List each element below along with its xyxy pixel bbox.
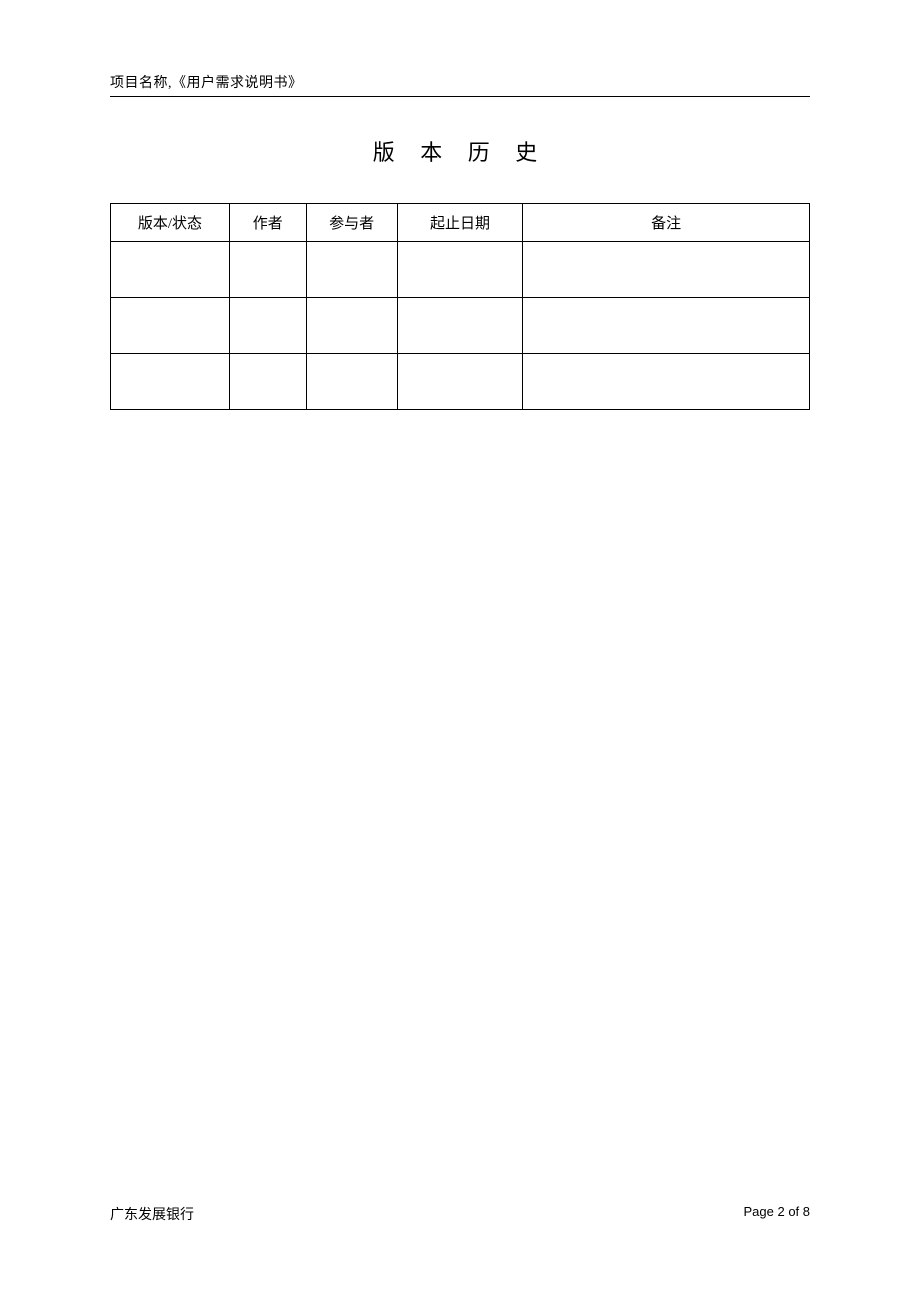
cell-participant <box>306 354 397 410</box>
document-page: 项目名称,《用户需求说明书》 版 本 历 史 版本/状态 作者 参与者 起止日期… <box>0 0 920 1302</box>
cell-author <box>229 354 306 410</box>
cell-author <box>229 242 306 298</box>
cell-remark <box>523 242 810 298</box>
col-header-remark: 备注 <box>523 204 810 242</box>
table-row <box>111 242 810 298</box>
table-row <box>111 354 810 410</box>
page-header: 项目名称,《用户需求说明书》 <box>110 72 810 97</box>
cell-date <box>397 354 523 410</box>
cell-participant <box>306 298 397 354</box>
table-header-row: 版本/状态 作者 参与者 起止日期 备注 <box>111 204 810 242</box>
cell-version <box>111 354 230 410</box>
cell-remark <box>523 298 810 354</box>
cell-remark <box>523 354 810 410</box>
cell-participant <box>306 242 397 298</box>
cell-author <box>229 298 306 354</box>
header-text: 项目名称,《用户需求说明书》 <box>110 76 303 91</box>
cell-date <box>397 242 523 298</box>
col-header-date: 起止日期 <box>397 204 523 242</box>
col-header-version: 版本/状态 <box>111 204 230 242</box>
cell-date <box>397 298 523 354</box>
footer-organization: 广东发展银行 <box>110 1204 194 1224</box>
version-history-table: 版本/状态 作者 参与者 起止日期 备注 <box>110 203 810 410</box>
footer-page-number: Page 2 of 8 <box>744 1204 811 1224</box>
section-title: 版 本 历 史 <box>110 135 810 167</box>
col-header-author: 作者 <box>229 204 306 242</box>
col-header-participant: 参与者 <box>306 204 397 242</box>
cell-version <box>111 242 230 298</box>
cell-version <box>111 298 230 354</box>
table-row <box>111 298 810 354</box>
page-footer: 广东发展银行 Page 2 of 8 <box>110 1204 810 1224</box>
